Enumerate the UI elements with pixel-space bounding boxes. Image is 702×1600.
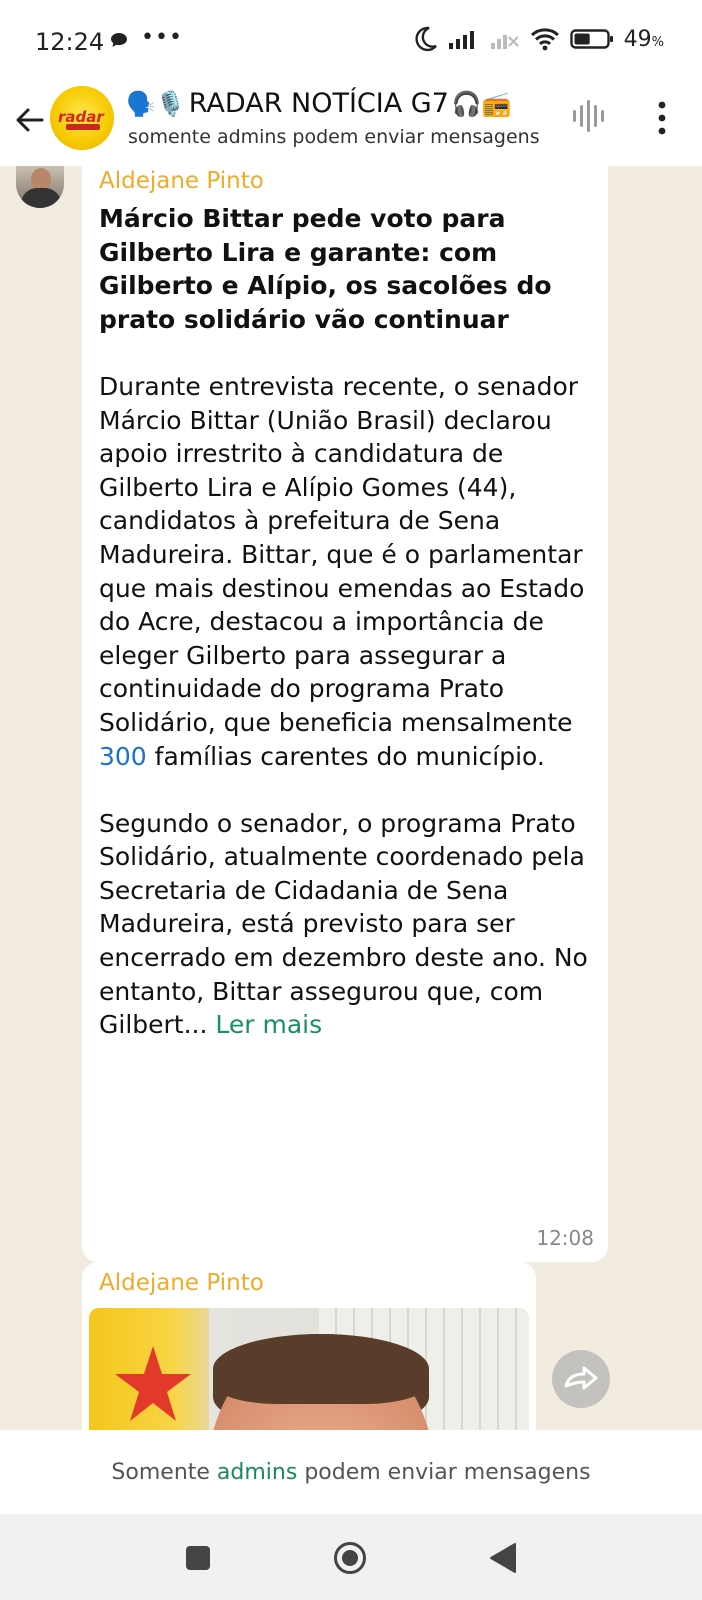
group-title[interactable]: 🗣️🎙️ RADAR NOTÍCIA G7 🎧📻 (126, 88, 512, 119)
navigation-bar (0, 1514, 702, 1600)
message-text: Márcio Bittar pede voto para Gilberto Li… (99, 202, 599, 1042)
chat-header: radar 🗣️🎙️ RADAR NOTÍCIA G7 🎧📻 somente a… (0, 82, 702, 166)
message-headline: Márcio Bittar pede voto para Gilberto Li… (99, 204, 552, 334)
message-time: 12:08 (536, 1226, 594, 1250)
back-arrow-icon[interactable] (12, 102, 48, 138)
voice-chat-icon[interactable] (570, 96, 606, 136)
number-link[interactable]: 300 (99, 742, 147, 771)
back-button[interactable] (489, 1542, 517, 1574)
signal-icon (448, 31, 474, 49)
admins-only-notice: Somente admins podem enviar mensagens (0, 1430, 702, 1514)
forward-icon (564, 1366, 598, 1390)
battery-percentage: 49% (623, 26, 664, 52)
group-title-text: RADAR NOTÍCIA G7 (188, 88, 449, 119)
recents-button[interactable] (186, 1546, 210, 1570)
battery-icon (569, 29, 613, 49)
status-bar: 12:24 ••• 49% (0, 0, 702, 82)
more-dots-icon: ••• (141, 25, 183, 50)
signal-off-icon (490, 35, 519, 49)
message-paragraph-1: Durante entrevista recente, o senador Má… (99, 371, 585, 771)
read-more-link[interactable]: Ler mais (215, 1010, 322, 1039)
title-emoji-right: 🎧📻 (451, 89, 512, 118)
more-vertical-icon[interactable] (652, 100, 672, 136)
sender-avatar[interactable] (16, 166, 64, 208)
sender-name[interactable]: Aldejane Pinto (99, 1270, 264, 1296)
message-paragraph-2: Segundo o senador, o programa Prato Soli… (99, 808, 588, 1040)
star-icon (115, 1346, 191, 1421)
group-avatar[interactable]: radar (50, 86, 114, 150)
moon-icon (415, 26, 437, 52)
status-time: 12:24 (35, 28, 105, 56)
forward-button[interactable] (552, 1350, 610, 1408)
home-button[interactable] (333, 1541, 367, 1575)
wifi-icon (530, 28, 559, 51)
sender-name[interactable]: Aldejane Pinto (99, 168, 264, 194)
admins-link[interactable]: admins (217, 1460, 297, 1485)
group-subtitle: somente admins podem enviar mensagens (128, 126, 540, 148)
message-icon (111, 33, 127, 47)
title-emoji-left: 🗣️🎙️ (126, 89, 186, 118)
message-photo[interactable] (89, 1308, 529, 1430)
message-bubble[interactable]: Aldejane Pinto Márcio Bittar pede voto p… (82, 166, 608, 1262)
chat-area[interactable]: Aldejane Pinto Márcio Bittar pede voto p… (0, 166, 702, 1430)
status-icons: 49% (414, 26, 664, 52)
message-bubble-image[interactable]: Aldejane Pinto (82, 1262, 536, 1430)
